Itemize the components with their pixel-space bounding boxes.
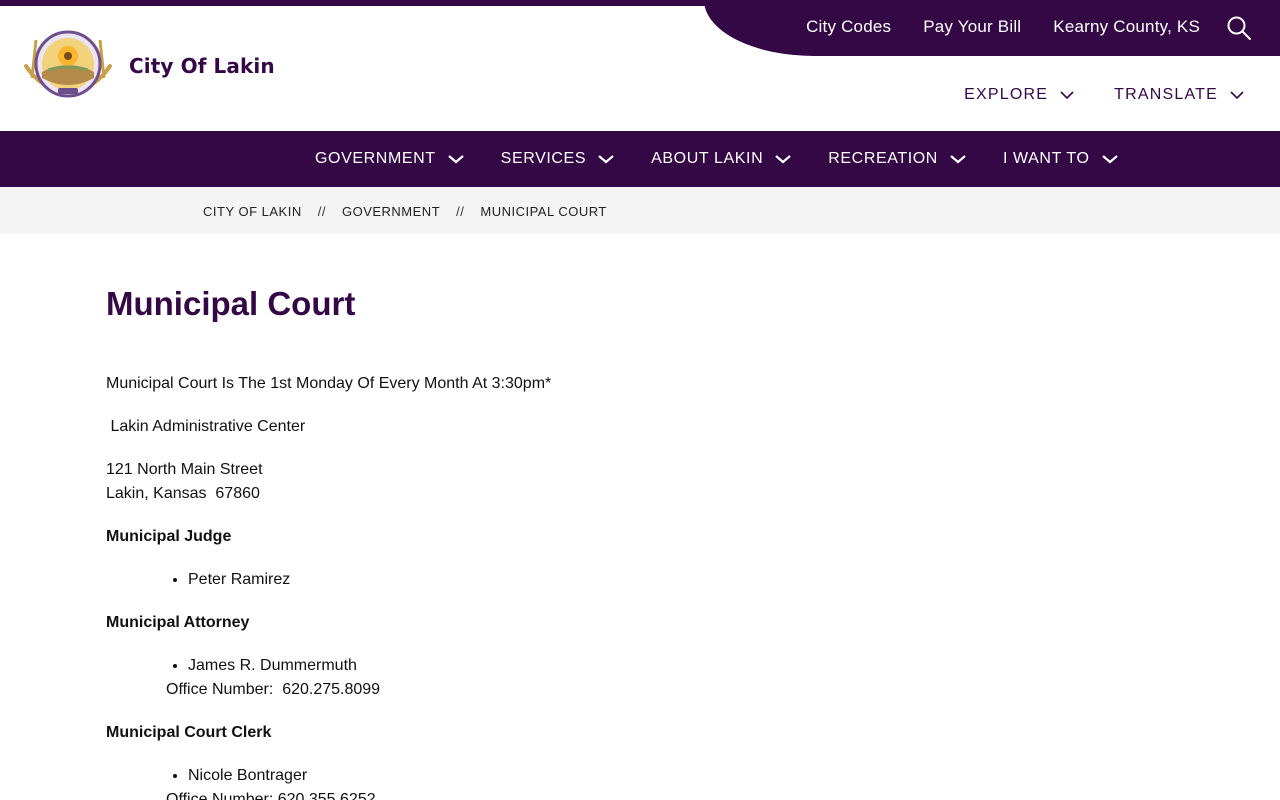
breadcrumb-bar: CITY OF LAKIN // GOVERNMENT // MUNICIPAL… xyxy=(0,187,1280,234)
address-line-1: 121 North Main Street xyxy=(106,461,263,478)
clerk-office-number: Office Number: 620.355.6252 xyxy=(166,791,376,800)
attorney-list: James R. Dummermuth xyxy=(188,654,1106,678)
chevron-down-icon xyxy=(775,155,791,164)
city-seal-logo[interactable] xyxy=(22,28,114,102)
nav-recreation-label: RECREATION xyxy=(828,150,938,167)
translate-dropdown[interactable]: TRANSLATE xyxy=(1114,86,1244,104)
utility-links: City Codes Pay Your Bill Kearny County, … xyxy=(806,17,1200,37)
chevron-down-icon xyxy=(1101,155,1118,164)
nav-services[interactable]: SERVICES xyxy=(501,150,614,168)
clerk-heading: Municipal Court Clerk xyxy=(106,724,272,741)
nav-government[interactable]: GOVERNMENT xyxy=(315,150,464,168)
clerk-name: Nicole Bontrager xyxy=(188,764,1106,788)
court-location: Lakin Administrative Center xyxy=(106,418,306,435)
nav-i-want-to[interactable]: I WANT TO xyxy=(1003,150,1118,168)
chevron-down-icon xyxy=(447,155,464,164)
main-nav: GOVERNMENT SERVICES ABOUT LAKIN RECREATI… xyxy=(0,131,1280,187)
nav-government-label: GOVERNMENT xyxy=(315,150,436,167)
city-codes-link[interactable]: City Codes xyxy=(806,17,891,37)
page-title: Municipal Court xyxy=(106,285,356,322)
clerk-list: Nicole Bontrager xyxy=(188,764,1106,788)
explore-dropdown[interactable]: EXPLORE xyxy=(964,86,1074,104)
nav-about-lakin-label: ABOUT LAKIN xyxy=(651,150,764,167)
utility-bar: City Codes Pay Your Bill Kearny County, … xyxy=(704,0,1280,56)
nav-services-label: SERVICES xyxy=(500,150,587,167)
address-line-2: Lakin, Kansas 67860 xyxy=(106,485,260,502)
judge-name: Peter Ramirez xyxy=(188,568,1106,592)
chevron-down-icon xyxy=(950,155,966,164)
nav-about-lakin[interactable]: ABOUT LAKIN xyxy=(651,150,791,168)
chevron-down-icon xyxy=(598,155,614,164)
breadcrumb-separator: // xyxy=(456,204,465,219)
court-schedule: Municipal Court Is The 1st Monday Of Eve… xyxy=(106,375,552,392)
nav-items: GOVERNMENT SERVICES ABOUT LAKIN RECREATI… xyxy=(315,131,1118,187)
chevron-down-icon xyxy=(1060,91,1074,100)
attorney-heading: Municipal Attorney xyxy=(106,614,250,631)
kearny-county-link[interactable]: Kearny County, KS xyxy=(1053,17,1200,37)
attorney-office-number: Office Number: 620.275.8099 xyxy=(166,681,381,698)
translate-label: TRANSLATE xyxy=(1114,86,1218,103)
search-icon[interactable] xyxy=(1226,15,1252,41)
chevron-down-icon xyxy=(1230,91,1244,100)
breadcrumb-city-of-lakin[interactable]: CITY OF LAKIN xyxy=(203,204,302,219)
attorney-name: James R. Dummermuth xyxy=(188,654,1106,678)
main-content: Municipal Court Municipal Court Is The 1… xyxy=(106,284,1106,800)
explore-label: EXPLORE xyxy=(964,86,1049,103)
judge-list: Peter Ramirez xyxy=(188,568,1106,592)
breadcrumb: CITY OF LAKIN // GOVERNMENT // MUNICIPAL… xyxy=(203,204,607,219)
pay-your-bill-link[interactable]: Pay Your Bill xyxy=(923,17,1021,37)
nav-recreation[interactable]: RECREATION xyxy=(828,150,966,168)
judge-heading: Municipal Judge xyxy=(106,528,232,545)
breadcrumb-government[interactable]: GOVERNMENT xyxy=(342,204,440,219)
secondary-links: EXPLORE TRANSLATE xyxy=(964,86,1244,104)
breadcrumb-separator: // xyxy=(317,204,326,219)
site-name[interactable]: City Of Lakin xyxy=(129,54,275,78)
nav-i-want-to-label: I WANT TO xyxy=(1002,150,1090,167)
breadcrumb-current: MUNICIPAL COURT xyxy=(480,204,607,219)
